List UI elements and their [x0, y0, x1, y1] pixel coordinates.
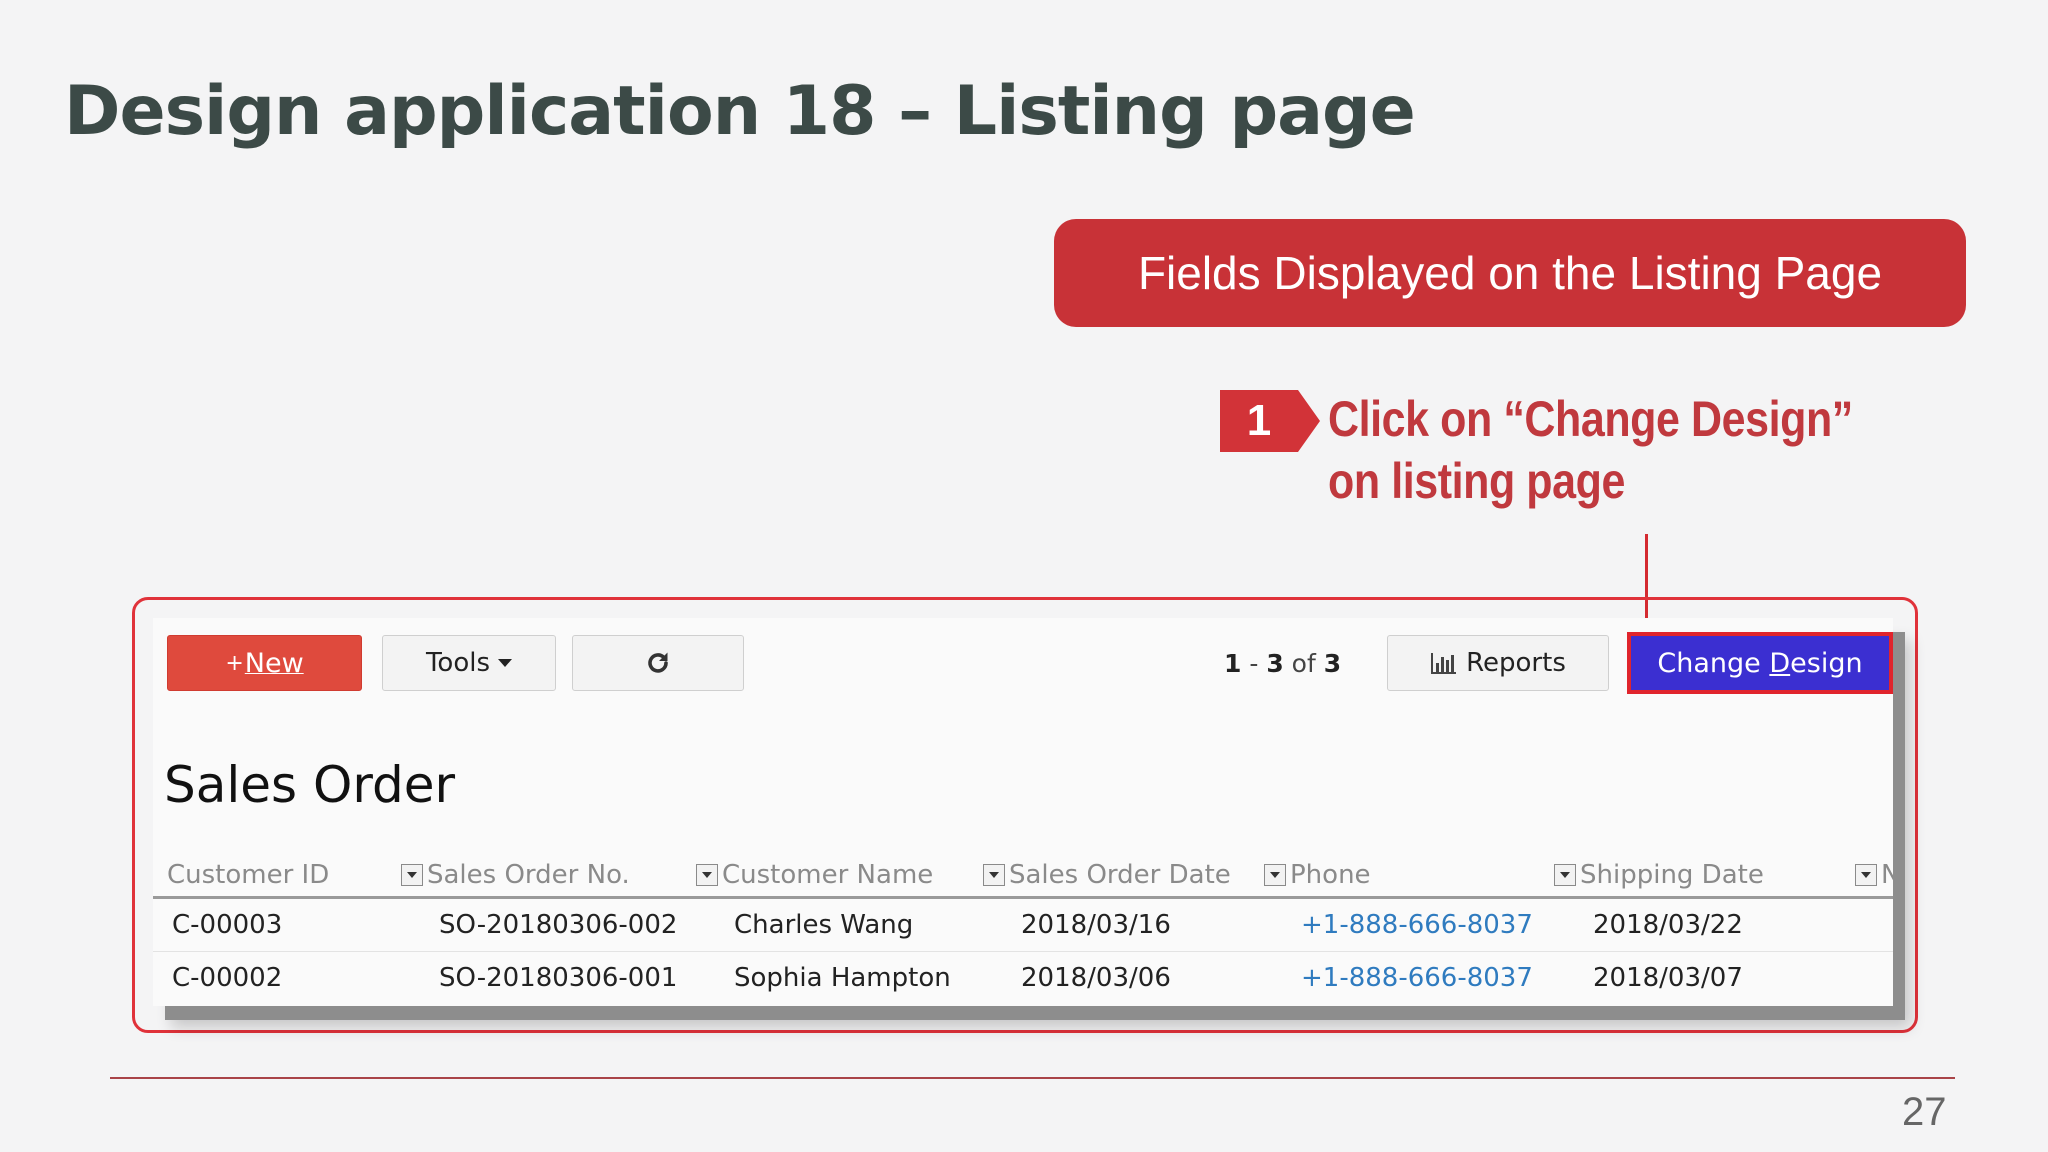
banner-text: Fields Displayed on the Listing Page: [1137, 247, 1883, 299]
step-instruction: Click on “Change Design” on listing page: [1328, 391, 1853, 509]
new-button[interactable]: + New: [167, 635, 362, 691]
cell-sales-order-date: 2018/03/06: [1021, 963, 1171, 993]
table-row[interactable]: C-00002 SO-20180306-001 Sophia Hampton 2…: [153, 952, 1893, 1004]
column-header-customer-id[interactable]: Customer ID: [167, 854, 329, 896]
cell-phone-link[interactable]: +1-888-666-8037: [1301, 952, 1533, 1004]
cell-customer-name: Charles Wang: [734, 910, 914, 940]
pager-end: 3: [1266, 648, 1284, 678]
column-header-sales-order-no[interactable]: Sales Order No.: [401, 854, 630, 896]
column-menu-icon[interactable]: [1855, 864, 1877, 886]
cell-customer-id: C-00003: [172, 910, 283, 940]
page-number: 27: [1902, 1090, 1947, 1134]
pager-of: of: [1283, 648, 1324, 678]
footer-divider: [110, 1077, 1955, 1079]
column-menu-icon[interactable]: [401, 864, 423, 886]
cell-sales-order-no: SO-20180306-002: [439, 910, 678, 940]
listing-page-screenshot: + New Tools 1 - 3 of 3 Reports Change Des…: [153, 618, 1893, 1006]
refresh-icon: [648, 652, 668, 673]
change-design-button[interactable]: Change Design: [1627, 632, 1893, 694]
table-row[interactable]: C-00003 SO-20180306-002 Charles Wang 201…: [153, 899, 1893, 952]
slide-title: Design application 18 – Listing page: [64, 72, 1416, 151]
column-menu-icon[interactable]: [983, 864, 1005, 886]
tools-dropdown-button[interactable]: Tools: [382, 635, 556, 691]
column-header-truncated[interactable]: N: [1855, 854, 1893, 896]
column-header-shipping-date[interactable]: Shipping Date: [1554, 854, 1764, 896]
new-button-label: New: [244, 647, 304, 679]
page-heading: Sales Order: [164, 756, 456, 814]
cell-phone-link[interactable]: +1-888-666-8037: [1301, 899, 1533, 951]
reports-button[interactable]: Reports: [1387, 635, 1609, 691]
column-header-phone[interactable]: Phone: [1264, 854, 1371, 896]
column-header-sales-order-date[interactable]: Sales Order Date: [983, 854, 1231, 896]
pager-total: 3: [1323, 648, 1342, 678]
column-header-customer-name[interactable]: Customer Name: [696, 854, 933, 896]
tools-label: Tools: [425, 648, 491, 678]
cell-sales-order-no: SO-20180306-001: [439, 963, 678, 993]
step-number-badge: 1: [1220, 390, 1320, 452]
pager-start: 1: [1224, 648, 1242, 678]
caret-down-icon: [498, 659, 513, 667]
cell-sales-order-date: 2018/03/16: [1021, 910, 1171, 940]
column-menu-icon[interactable]: [696, 864, 718, 886]
section-banner: Fields Displayed on the Listing Page: [1054, 219, 1966, 327]
pagination-info: 1 - 3 of 3: [1224, 635, 1341, 691]
column-menu-icon[interactable]: [1554, 864, 1576, 886]
cell-shipping-date: 2018/03/07: [1593, 963, 1743, 993]
change-design-label: Change Design: [1657, 647, 1863, 679]
pager-separator: -: [1241, 648, 1267, 678]
cell-shipping-date: 2018/03/22: [1593, 910, 1743, 940]
column-menu-icon[interactable]: [1264, 864, 1286, 886]
reports-label: Reports: [1466, 648, 1566, 678]
plus-icon: +: [225, 650, 244, 676]
refresh-button[interactable]: [572, 635, 744, 691]
cell-customer-id: C-00002: [172, 963, 283, 993]
table-header: Customer ID Sales Order No. Customer Nam…: [153, 854, 1893, 899]
cell-customer-name: Sophia Hampton: [734, 963, 951, 993]
bar-chart-icon: [1431, 653, 1457, 674]
